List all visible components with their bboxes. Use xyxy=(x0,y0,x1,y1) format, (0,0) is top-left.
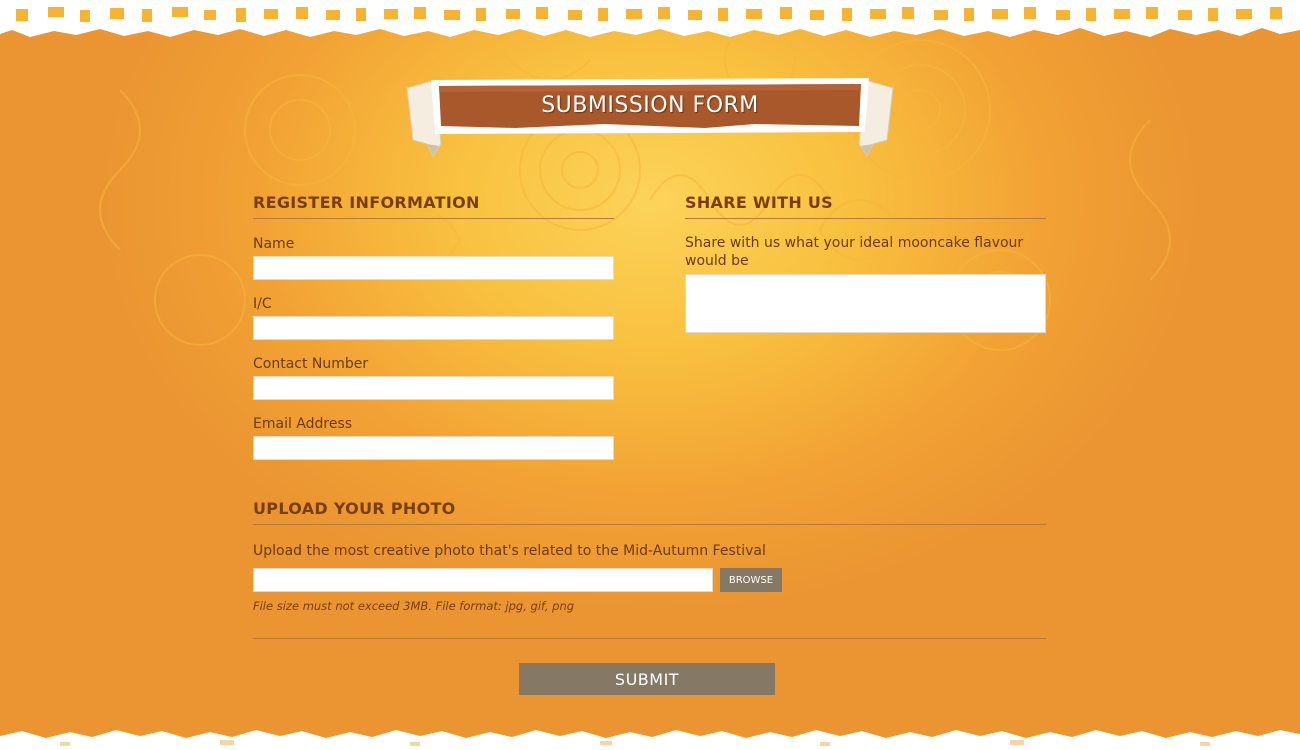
contact-number-input[interactable] xyxy=(253,376,614,400)
email-address-input[interactable] xyxy=(253,436,614,460)
file-requirements-hint: File size must not exceed 3MB. File form… xyxy=(253,599,575,613)
contact-number-label: Contact Number xyxy=(253,356,369,372)
banner-title: SUBMISSION FORM xyxy=(541,93,759,118)
share-with-us-divider xyxy=(685,218,1046,219)
mooncake-flavour-prompt: Share with us what your ideal mooncake f… xyxy=(685,235,1024,269)
share-with-us-heading: SHARE WITH US xyxy=(685,193,834,212)
ic-input[interactable] xyxy=(253,316,614,340)
upload-photo-heading: UPLOAD YOUR PHOTO xyxy=(253,499,456,518)
upload-photo-divider xyxy=(253,524,1046,525)
torn-paper-bottom-edge xyxy=(0,730,1300,750)
ic-label: I/C xyxy=(253,296,272,312)
upload-description: Upload the most creative photo that's re… xyxy=(253,543,766,559)
form-bottom-divider xyxy=(253,638,1046,639)
name-label: Name xyxy=(253,236,295,252)
register-information-divider xyxy=(253,218,614,219)
browse-button[interactable]: BROWSE xyxy=(720,568,782,592)
submit-button[interactable]: SUBMIT xyxy=(519,663,775,695)
photo-file-path-input[interactable] xyxy=(253,568,713,592)
name-input[interactable] xyxy=(253,256,614,280)
register-information-heading: REGISTER INFORMATION xyxy=(253,193,480,212)
email-address-label: Email Address xyxy=(253,416,353,432)
mooncake-flavour-textarea[interactable] xyxy=(685,274,1046,333)
torn-paper-top-edge xyxy=(0,0,1300,37)
